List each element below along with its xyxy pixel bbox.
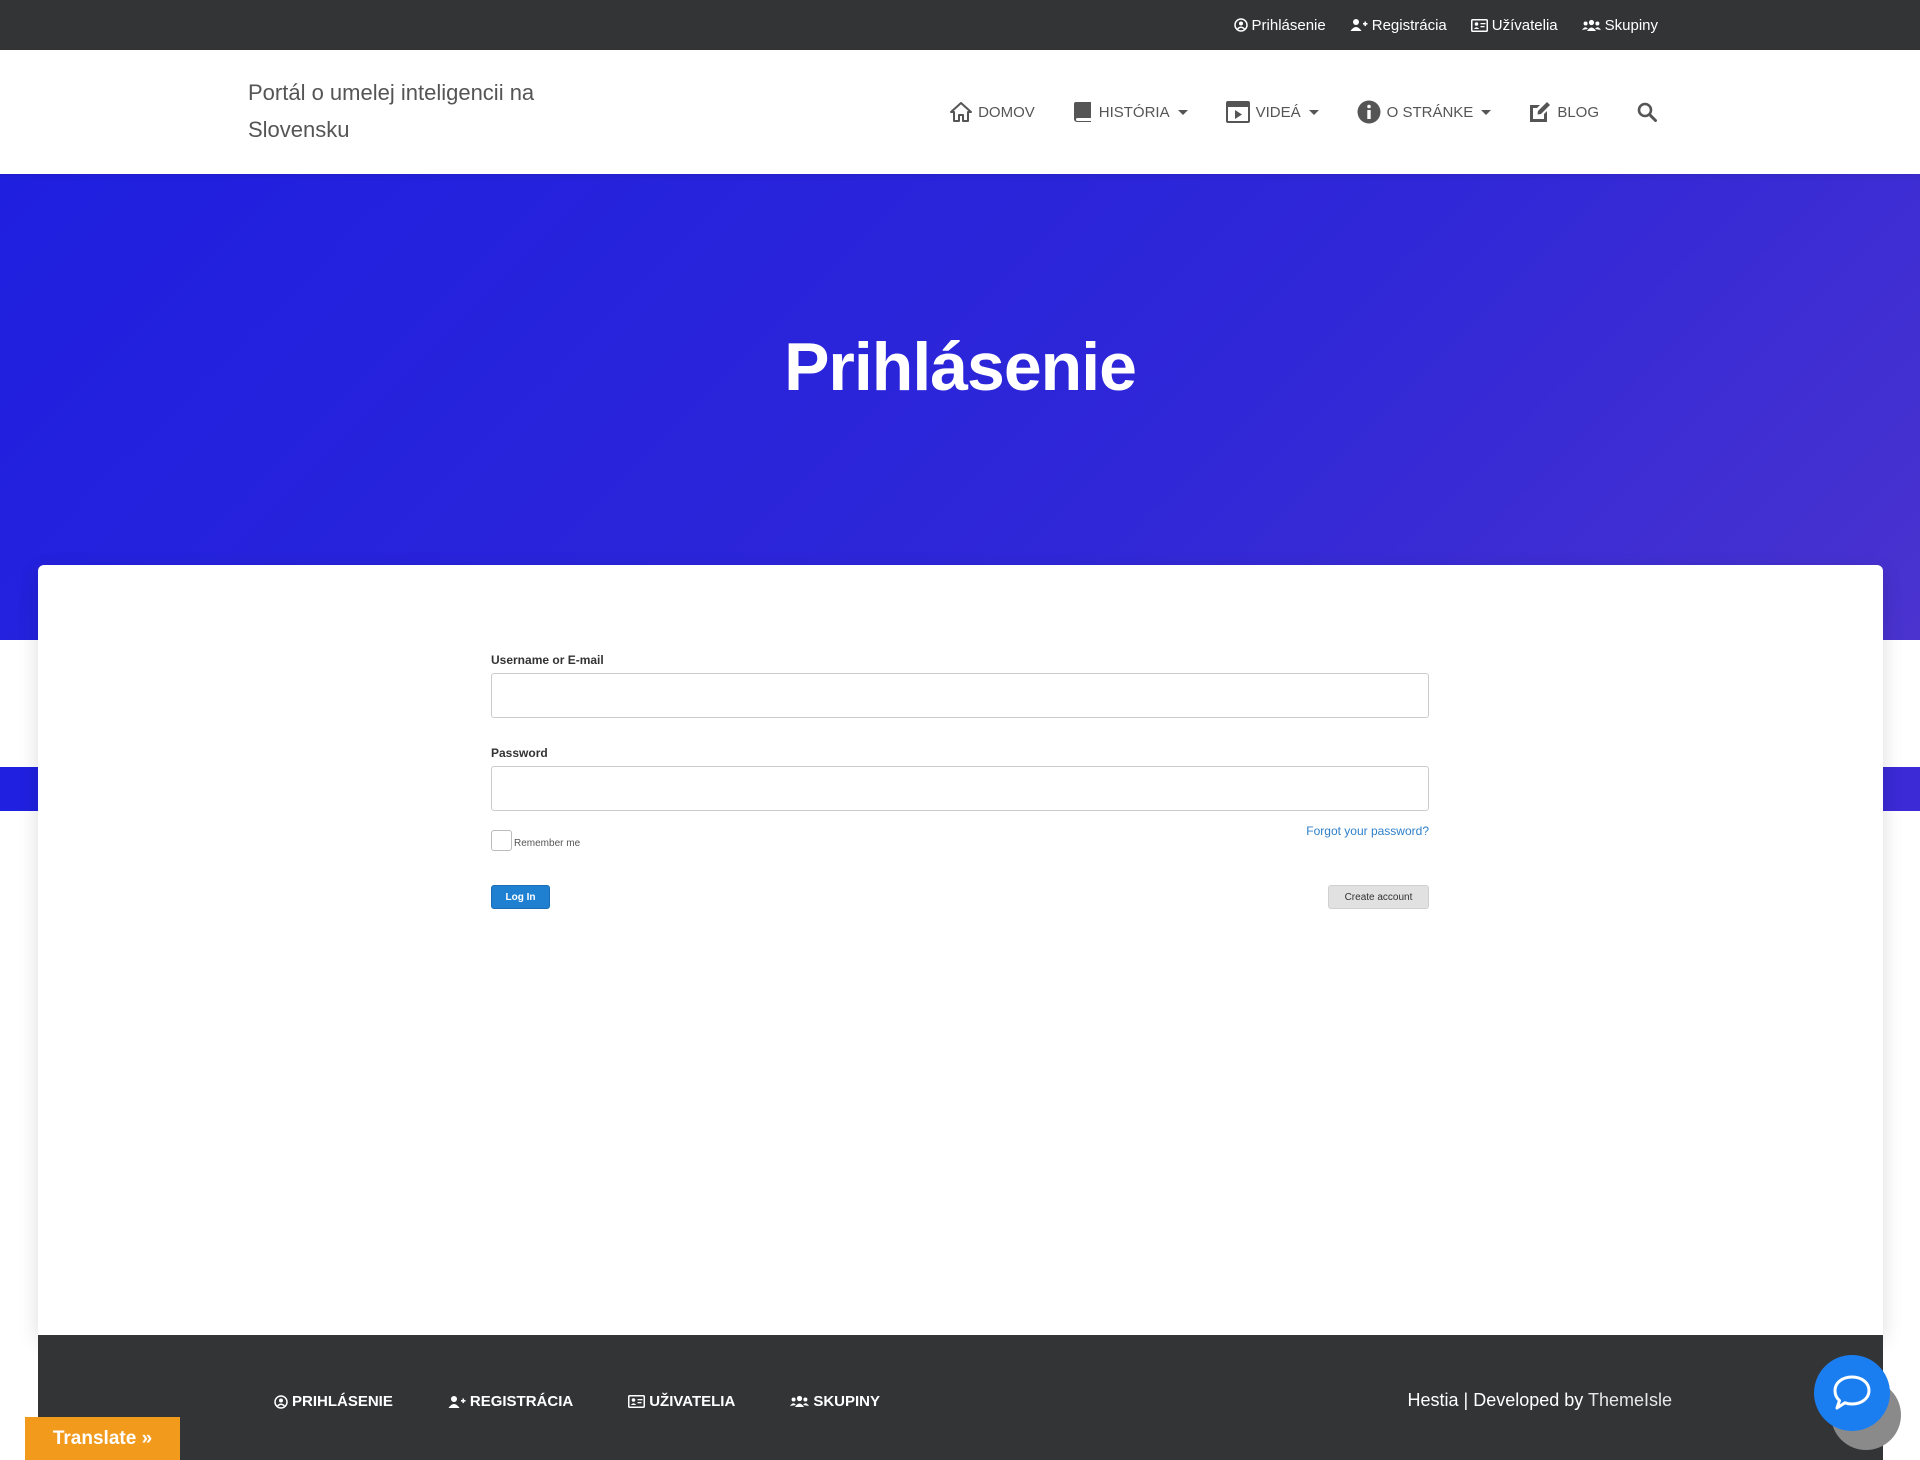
translate-button[interactable]: Translate » <box>25 1417 180 1460</box>
edit-icon <box>1529 101 1551 123</box>
chat-bubble-icon <box>1831 1374 1873 1412</box>
users-icon <box>1581 19 1601 32</box>
login-button[interactable]: Log In <box>491 885 550 909</box>
create-account-button[interactable]: Create account <box>1328 885 1429 909</box>
form-buttons: Log In Create account <box>491 885 1429 925</box>
password-label: Password <box>491 746 548 760</box>
footer-link-login-label: PRIHLÁSENIE <box>292 1393 393 1410</box>
site-footer: PRIHLÁSENIE REGISTRÁCIA UŽIVATELIA SKUPI… <box>38 1335 1883 1460</box>
top-link-users[interactable]: Užívatelia <box>1470 16 1558 34</box>
top-link-login-label: Prihlásenie <box>1251 16 1326 34</box>
id-card-icon <box>1470 18 1488 32</box>
home-icon <box>950 102 973 122</box>
users-icon <box>790 1395 810 1408</box>
forgot-password-link[interactable]: Forgot your password? <box>1306 824 1429 838</box>
info-circle-icon <box>1357 100 1381 124</box>
login-form: Username or E-mail Password Remember me … <box>491 653 1429 925</box>
nav-item-blog-label: BLOG <box>1557 103 1599 121</box>
themeisle-link[interactable]: ThemeIsle <box>1588 1390 1672 1410</box>
footer-credits: Hestia | Developed by ThemeIsle <box>1408 1390 1673 1411</box>
login-card: Username or E-mail Password Remember me … <box>38 565 1883 1335</box>
footer-link-groups[interactable]: SKUPINY <box>790 1393 880 1410</box>
top-bar: Prihlásenie Registrácia Užívatelia Skupi… <box>0 0 1920 50</box>
top-link-login[interactable]: Prihlásenie <box>1233 16 1326 34</box>
search-button[interactable] <box>1637 102 1657 122</box>
book-icon <box>1073 101 1093 123</box>
password-field[interactable] <box>491 766 1429 811</box>
user-circle-icon <box>1233 18 1248 32</box>
footer-link-login[interactable]: PRIHLÁSENIE <box>274 1393 393 1410</box>
nav-item-videa-label: VIDEÁ <box>1255 103 1301 121</box>
nav-item-o-stranke-label: O STRÁNKE <box>1386 103 1474 121</box>
nav-item-videa[interactable]: VIDEÁ <box>1225 101 1319 123</box>
username-group: Username or E-mail <box>491 653 1429 718</box>
footer-link-users[interactable]: UŽIVATELIA <box>628 1393 735 1410</box>
chevron-down-icon <box>1177 109 1188 115</box>
top-link-groups[interactable]: Skupiny <box>1581 16 1658 34</box>
chevron-down-icon <box>1481 109 1492 115</box>
nav-item-domov[interactable]: DOMOV <box>950 102 1035 122</box>
nav-item-historia[interactable]: HISTÓRIA <box>1073 101 1188 123</box>
username-field[interactable] <box>491 673 1429 718</box>
nav-item-historia-label: HISTÓRIA <box>1098 103 1170 121</box>
site-brand[interactable]: Portál o umelej inteligencii na Slovensk… <box>248 74 578 148</box>
chat-button[interactable] <box>1814 1355 1890 1431</box>
footer-link-groups-label: SKUPINY <box>813 1393 880 1410</box>
remember-me-checkbox[interactable] <box>491 830 512 851</box>
remember-me-label: Remember me <box>514 838 581 849</box>
user-circle-icon <box>274 1394 288 1409</box>
footer-link-users-label: UŽIVATELIA <box>649 1393 736 1410</box>
password-group: Password <box>491 746 1429 811</box>
remember-row: Remember me Forgot your password? <box>491 816 1429 856</box>
page-title: Prihlásenie <box>784 329 1137 405</box>
film-icon <box>1225 101 1250 123</box>
search-icon <box>1637 102 1657 122</box>
footer-link-register-label: REGISTRÁCIA <box>469 1393 574 1410</box>
id-card-icon <box>628 1395 646 1408</box>
site-header: Portál o umelej inteligencii na Slovensk… <box>0 50 1920 174</box>
footer-nav: PRIHLÁSENIE REGISTRÁCIA UŽIVATELIA SKUPI… <box>274 1335 880 1460</box>
credits-text: Hestia | Developed by <box>1407 1390 1588 1410</box>
user-plus-icon <box>1350 18 1368 32</box>
main-nav: DOMOV HISTÓRIA VIDEÁ O STRÁNKE BLOG <box>950 50 1657 174</box>
top-bar-nav: Prihlásenie Registrácia Užívatelia Skupi… <box>1233 0 1658 50</box>
top-link-register[interactable]: Registrácia <box>1350 17 1447 34</box>
nav-item-o-stranke[interactable]: O STRÁNKE <box>1357 100 1492 124</box>
nav-item-blog[interactable]: BLOG <box>1529 101 1599 123</box>
top-link-groups-label: Skupiny <box>1604 16 1658 34</box>
nav-item-domov-label: DOMOV <box>978 103 1035 121</box>
username-label: Username or E-mail <box>491 653 604 667</box>
footer-link-register[interactable]: REGISTRÁCIA <box>448 1393 573 1410</box>
chevron-down-icon <box>1308 109 1319 115</box>
top-link-users-label: Užívatelia <box>1491 16 1558 34</box>
user-plus-icon <box>448 1395 466 1409</box>
top-link-register-label: Registrácia <box>1371 16 1447 34</box>
